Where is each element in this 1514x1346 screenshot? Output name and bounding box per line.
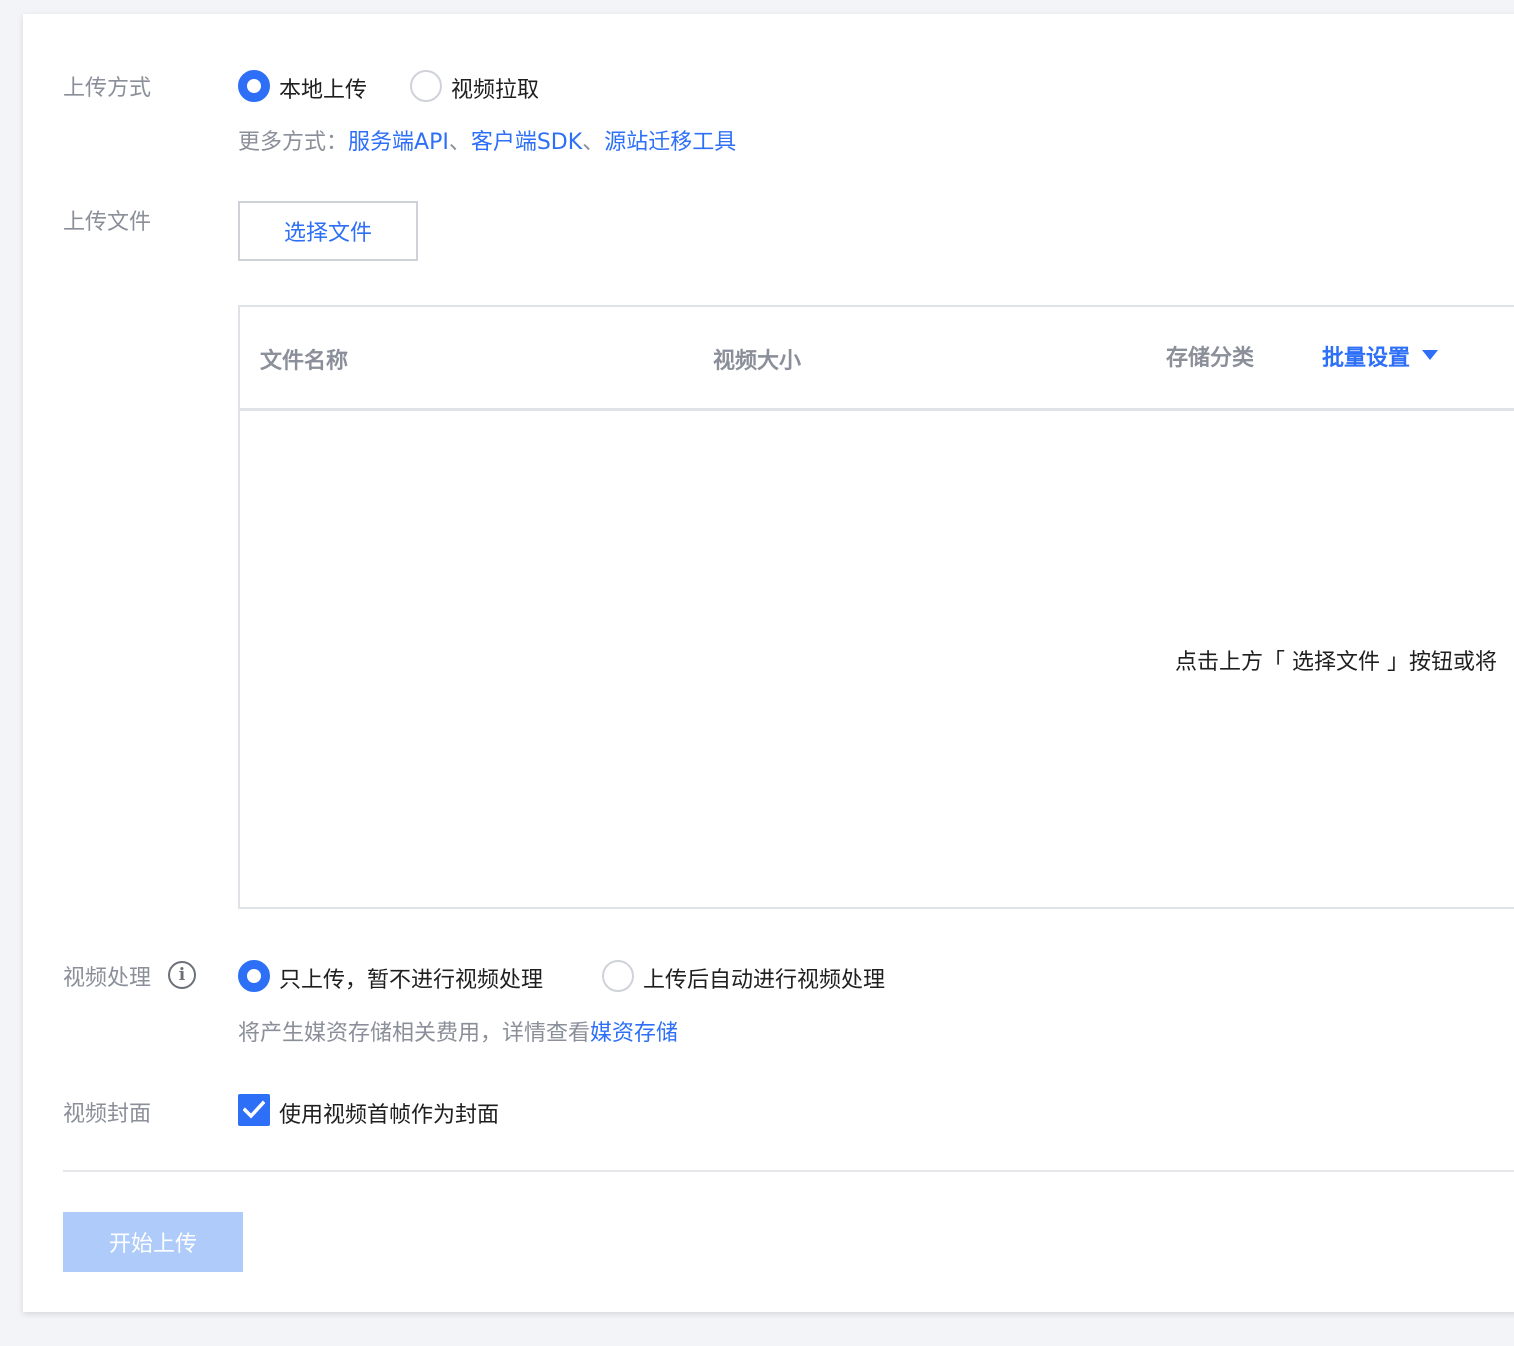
empty-table-text: 点击上方「 选择文件 」按钮或将	[1175, 650, 1497, 675]
more-methods-prefix: 更多方式：	[238, 130, 349, 155]
column-file-name: 文件名称	[260, 349, 349, 374]
first-frame-cover-checkbox[interactable]	[238, 1094, 270, 1126]
checkmark-icon	[243, 1100, 265, 1119]
client-sdk-link[interactable]: 客户端SDK	[471, 130, 582, 155]
column-storage-class: 存储分类	[1166, 346, 1255, 371]
server-api-link[interactable]: 服务端API	[348, 130, 449, 155]
radio-auto-process[interactable]	[602, 960, 634, 992]
info-icon[interactable]: i	[168, 961, 196, 989]
upload-file-label: 上传文件	[63, 210, 152, 235]
radio-upload-only-label[interactable]: 只上传，暂不进行视频处理	[279, 962, 543, 994]
video-processing-label: 视频处理	[63, 966, 152, 991]
column-video-size: 视频大小	[713, 349, 802, 374]
radio-video-pull[interactable]	[410, 70, 442, 102]
batch-settings-label: 批量设置	[1322, 346, 1411, 371]
migration-tool-link[interactable]: 源站迁移工具	[604, 130, 736, 155]
separator: 、	[448, 130, 471, 155]
radio-video-pull-label[interactable]: 视频拉取	[451, 72, 539, 104]
processing-fee-hint: 将产生媒资存储相关费用，详情查看媒资存储	[238, 1015, 678, 1047]
start-upload-button[interactable]: 开始上传	[63, 1212, 243, 1272]
video-cover-label: 视频封面	[63, 1102, 152, 1127]
file-table: 文件名称 视频大小 存储分类 批量设置 点击上方「 选择文件 」按钮或将	[238, 305, 1514, 909]
radio-upload-only[interactable]	[238, 960, 270, 992]
processing-hint-prefix: 将产生媒资存储相关费用，详情查看	[238, 1021, 591, 1046]
radio-local-upload-label[interactable]: 本地上传	[279, 72, 367, 104]
first-frame-cover-label[interactable]: 使用视频首帧作为封面	[279, 1097, 499, 1129]
batch-settings-dropdown[interactable]: 批量设置	[1322, 340, 1439, 372]
caret-down-icon	[1422, 350, 1439, 360]
separator: 、	[582, 130, 605, 155]
divider	[63, 1170, 1514, 1172]
radio-auto-process-label[interactable]: 上传后自动进行视频处理	[643, 962, 885, 994]
select-file-button[interactable]: 选择文件	[238, 201, 418, 261]
media-storage-link[interactable]: 媒资存储	[590, 1021, 678, 1046]
more-methods-hint: 更多方式：服务端API、客户端SDK、源站迁移工具	[238, 124, 736, 156]
radio-local-upload[interactable]	[238, 70, 270, 102]
upload-form-card: 上传方式 本地上传 视频拉取 更多方式：服务端API、客户端SDK、源站迁移工具…	[23, 14, 1514, 1312]
file-table-header: 文件名称 视频大小 存储分类 批量设置	[240, 307, 1514, 411]
upload-method-label: 上传方式	[63, 76, 152, 101]
